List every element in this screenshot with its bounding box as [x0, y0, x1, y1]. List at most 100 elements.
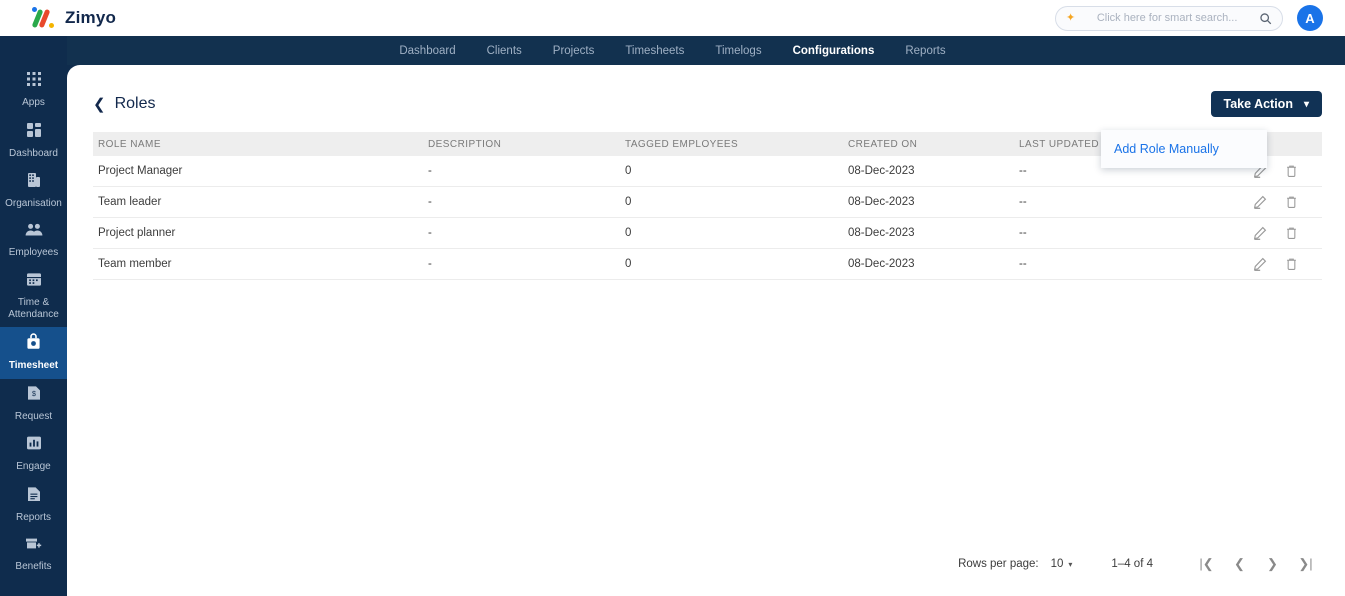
dropdown-item-add-role-manually[interactable]: Add Role Manually — [1114, 142, 1219, 156]
rows-per-page-select[interactable]: 10 ▾ — [1051, 558, 1073, 570]
table-row[interactable]: Team leader - 0 08-Dec-2023 -- — [93, 187, 1322, 218]
pagination-range: 1–4 of 4 — [1111, 558, 1153, 570]
sidebar-item-label: Employees — [8, 246, 59, 258]
cell-created-on: 08-Dec-2023 — [848, 227, 915, 239]
svg-text:$: $ — [32, 391, 36, 398]
sidebar-item-organisation[interactable]: Organisation — [0, 166, 67, 217]
sidebar-item-request[interactable]: $ Request — [0, 379, 67, 430]
previous-page-icon[interactable]: ❮ — [1223, 556, 1256, 572]
avatar[interactable]: A — [1297, 5, 1323, 31]
apps-grid-icon — [26, 71, 42, 92]
cell-description: - — [428, 165, 432, 177]
rows-per-page-value: 10 — [1050, 558, 1064, 570]
top-navigation: Dashboard Clients Projects Timesheets Ti… — [0, 36, 1345, 65]
request-document-icon: $ — [27, 385, 41, 406]
edit-pencil-icon[interactable] — [1253, 257, 1267, 271]
column-header-description: DESCRIPTION — [428, 138, 502, 150]
column-header-role-name: ROLE NAME — [98, 138, 161, 150]
cell-updated-on: -- — [1019, 196, 1027, 208]
first-page-icon[interactable]: |❮ — [1190, 556, 1223, 572]
cell-created-on: 08-Dec-2023 — [848, 196, 915, 208]
cell-updated-on: -- — [1019, 258, 1027, 270]
cell-tagged: 0 — [625, 227, 632, 239]
sidebar-item-label: Request — [14, 410, 53, 422]
page-title: Roles — [114, 95, 156, 112]
sidebar-item-employees[interactable]: Employees — [0, 217, 67, 266]
cell-description: - — [428, 196, 432, 208]
rows-per-page-label: Rows per page: — [958, 558, 1039, 570]
sidebar-item-timesheet[interactable]: Timesheet — [0, 327, 67, 379]
delete-trash-icon[interactable] — [1285, 226, 1298, 240]
cell-role-name: Project planner — [98, 227, 176, 239]
cell-actions — [1214, 195, 1322, 209]
pagination: Rows per page: 10 ▾ 1–4 of 4 |❮ ❮ ❯ ❯| — [958, 556, 1322, 572]
cell-created-on: 08-Dec-2023 — [848, 258, 915, 270]
left-sidebar: Apps Dashboard Organisation Employees Ti… — [0, 29, 67, 596]
report-document-icon — [27, 486, 41, 507]
timesheet-lock-icon — [26, 333, 41, 355]
nav-item-dashboard[interactable]: Dashboard — [399, 45, 455, 57]
search-icon[interactable] — [1259, 12, 1272, 25]
next-page-icon[interactable]: ❯ — [1256, 556, 1289, 572]
sidebar-item-label: Reports — [15, 511, 51, 523]
brand-name: Zimyo — [65, 8, 117, 27]
sidebar-item-label: Benefits — [15, 561, 52, 572]
chevron-down-icon: ▾ — [1068, 559, 1073, 569]
cell-role-name: Team member — [98, 258, 172, 270]
nav-item-timesheets[interactable]: Timesheets — [625, 45, 684, 57]
nav-item-timelogs[interactable]: Timelogs — [715, 45, 761, 57]
sidebar-item-label: Organisation — [5, 198, 62, 209]
sidebar-item-time-attendance[interactable]: Time & Attendance — [0, 265, 67, 327]
people-icon — [25, 223, 43, 242]
cell-description: - — [428, 258, 432, 270]
nav-item-clients[interactable]: Clients — [487, 45, 522, 57]
sparkle-icon: ✦ — [1066, 11, 1076, 24]
sidebar-item-apps[interactable]: Apps — [0, 65, 67, 116]
column-header-tagged-employees: TAGGED EMPLOYEES — [625, 138, 739, 150]
cell-tagged: 0 — [625, 258, 632, 270]
cell-description: - — [428, 227, 432, 239]
top-bar: Zimyo ✦ A — [0, 0, 1345, 36]
table-row[interactable]: Project planner - 0 08-Dec-2023 -- — [93, 218, 1322, 249]
brand[interactable]: Zimyo — [30, 6, 116, 30]
bar-chart-icon — [26, 435, 42, 456]
dashboard-squares-icon — [26, 122, 42, 143]
nav-item-configurations[interactable]: Configurations — [793, 45, 875, 57]
nav-item-projects[interactable]: Projects — [553, 45, 595, 57]
delete-trash-icon[interactable] — [1285, 164, 1298, 178]
building-icon — [26, 172, 42, 193]
sidebar-item-label: Timesheet — [8, 360, 59, 371]
cell-tagged: 0 — [625, 196, 632, 208]
sidebar-item-label: Engage — [16, 461, 51, 472]
sidebar-item-dashboard[interactable]: Dashboard — [0, 116, 67, 167]
table-row[interactable]: Team member - 0 08-Dec-2023 -- — [93, 249, 1322, 280]
sidebar-item-label: Apps — [22, 97, 45, 108]
sidebar-item-benefits[interactable]: Benefits — [0, 530, 67, 580]
cell-actions — [1214, 257, 1322, 271]
take-action-button[interactable]: Take Action ▾ — [1210, 91, 1322, 117]
app-root: Zimyo ✦ A Dashboard Clients Projects Tim… — [0, 0, 1345, 596]
edit-pencil-icon[interactable] — [1253, 226, 1267, 240]
delete-trash-icon[interactable] — [1285, 257, 1298, 271]
column-header-created-on: CREATED ON — [848, 138, 918, 150]
take-action-dropdown: Add Role Manually — [1101, 130, 1267, 168]
table-body: Project Manager - 0 08-Dec-2023 -- Team … — [93, 156, 1322, 280]
last-page-icon[interactable]: ❯| — [1289, 556, 1322, 572]
chevron-left-icon[interactable]: ❮ — [93, 97, 106, 112]
top-bar-right: ✦ A — [1055, 5, 1323, 31]
benefits-cart-icon — [25, 536, 42, 556]
cell-updated-on: -- — [1019, 227, 1027, 239]
sidebar-item-engage[interactable]: Engage — [0, 429, 67, 480]
zimyo-percent-logo — [30, 6, 56, 30]
sidebar-item-reports[interactable]: Reports — [0, 480, 67, 531]
edit-pencil-icon[interactable] — [1253, 195, 1267, 209]
search-input[interactable] — [1082, 12, 1252, 24]
delete-trash-icon[interactable] — [1285, 195, 1298, 209]
smart-search-box[interactable]: ✦ — [1055, 5, 1283, 31]
cell-created-on: 08-Dec-2023 — [848, 165, 915, 177]
nav-item-reports[interactable]: Reports — [905, 45, 945, 57]
sidebar-item-label: Dashboard — [9, 147, 58, 159]
cell-tagged: 0 — [625, 165, 632, 177]
cell-actions — [1214, 226, 1322, 240]
cell-role-name: Team leader — [98, 196, 162, 208]
